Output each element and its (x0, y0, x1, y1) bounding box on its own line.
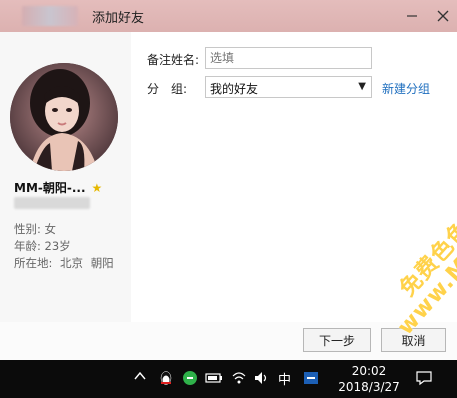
profile-name: MM-朝阳-... (14, 181, 86, 195)
age-row: 年龄: 23岁 (14, 238, 71, 254)
age-value: 23岁 (44, 239, 71, 253)
taskbar-clock[interactable]: 20:02 2018/3/27 (334, 363, 404, 395)
minimize-icon (407, 15, 417, 17)
blurred-title-region (22, 6, 78, 26)
blurred-account-id (14, 197, 90, 209)
add-friend-window: 添加好友 MM-朝阳-... ★ 性别: 女 年龄: 23岁 所在地: 北京 朝… (0, 0, 457, 360)
location-label: 所在地: (14, 256, 53, 270)
minimize-button[interactable] (400, 4, 424, 28)
star-icon: ★ (91, 180, 103, 195)
location-row: 所在地: 北京 朝阳 (14, 255, 114, 271)
network-app-icon[interactable] (303, 370, 319, 386)
dropdown-arrow-icon: ▼ (358, 81, 366, 92)
qq-penguin-icon[interactable] (158, 370, 174, 386)
chevron-up-icon[interactable] (133, 369, 147, 383)
gender-row: 性别: 女 (14, 221, 56, 237)
taskbar: 中 20:02 2018/3/27 (0, 360, 457, 398)
notification-icon[interactable] (415, 370, 433, 386)
battery-icon[interactable] (205, 370, 223, 386)
gender-label: 性别: (14, 222, 41, 236)
new-group-link[interactable]: 新建分组 (382, 80, 430, 97)
title-bar[interactable]: 添加好友 (0, 0, 457, 32)
profile-name-row: MM-朝阳-... ★ (14, 179, 102, 196)
cancel-button[interactable]: 取消 (381, 328, 446, 352)
avatar-image (10, 63, 118, 171)
age-label: 年龄: (14, 239, 41, 253)
volume-icon[interactable] (253, 370, 269, 386)
wifi-icon[interactable] (231, 370, 247, 386)
ime-indicator[interactable]: 中 (278, 369, 291, 388)
green-app-icon[interactable] (182, 370, 198, 386)
gender-value: 女 (44, 222, 57, 236)
remark-input[interactable] (205, 47, 372, 69)
clock-date: 2018/3/27 (338, 380, 400, 394)
group-select[interactable]: 我的好友 ▼ (205, 76, 372, 98)
close-icon (437, 10, 449, 22)
avatar[interactable] (10, 63, 118, 171)
location-district: 朝阳 (90, 256, 114, 270)
next-button[interactable]: 下一步 (303, 328, 371, 352)
group-selected-value: 我的好友 (210, 82, 259, 96)
close-button[interactable] (431, 4, 455, 28)
window-title: 添加好友 (92, 11, 145, 26)
location-city: 北京 (60, 256, 84, 270)
group-label: 分 组: (147, 82, 188, 96)
remark-label: 备注姓名: (147, 53, 200, 67)
clock-time: 20:02 (351, 364, 387, 378)
